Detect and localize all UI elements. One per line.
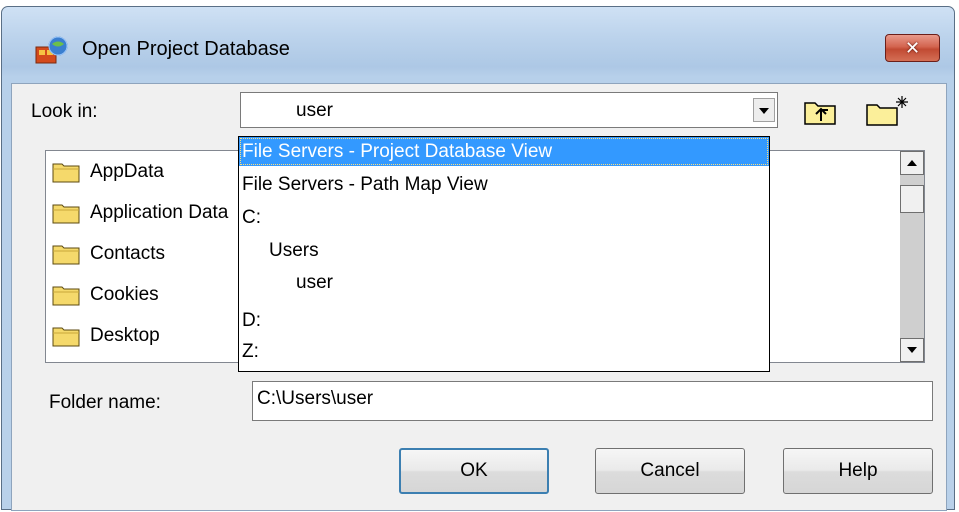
list-item[interactable]: Application Data — [52, 198, 228, 228]
look-in-value: user — [296, 100, 333, 121]
dropdown-item-z-drive[interactable]: Z: — [239, 337, 769, 366]
scroll-up-button[interactable] — [900, 151, 924, 175]
list-item[interactable]: Cookies — [52, 280, 159, 310]
new-folder-icon[interactable] — [864, 94, 912, 128]
close-button[interactable]: ✕ — [885, 34, 940, 62]
folder-name-label: Folder name: — [49, 392, 161, 413]
ok-button[interactable]: OK — [399, 448, 549, 494]
dropdown-item-file-servers-project-database-view[interactable]: File Servers - Project Database View — [239, 137, 769, 166]
folder-name: Contacts — [90, 243, 165, 264]
open-project-database-dialog: Open Project Database ✕ Look in: user Ap… — [1, 6, 955, 511]
dropdown-item-d-drive[interactable]: D: — [239, 306, 769, 335]
folder-name: Cookies — [90, 284, 159, 305]
folder-icon — [52, 163, 80, 183]
folder-icon — [52, 286, 80, 306]
folder-icon — [52, 327, 80, 347]
look-in-dropdown-list[interactable]: File Servers - Project Database View Fil… — [238, 136, 770, 372]
dropdown-item-c-drive[interactable]: C: — [239, 203, 769, 232]
folder-name-field[interactable]: C:\Users\user — [252, 381, 933, 421]
scroll-down-button[interactable] — [900, 338, 924, 362]
folder-name: Application Data — [90, 202, 229, 223]
up-one-level-icon[interactable] — [802, 94, 840, 128]
chevron-down-icon[interactable] — [753, 98, 775, 122]
cancel-button[interactable]: Cancel — [595, 448, 745, 494]
dropdown-item-user[interactable]: user — [239, 268, 769, 297]
list-item[interactable]: Desktop — [52, 321, 160, 351]
window-title: Open Project Database — [82, 38, 290, 60]
dialog-body: Look in: user AppData Application Data C… — [11, 83, 947, 511]
close-icon: ✕ — [904, 37, 921, 59]
help-button[interactable]: Help — [783, 448, 933, 494]
list-item[interactable]: AppData — [52, 157, 164, 187]
scrollbar-thumb[interactable] — [900, 185, 924, 213]
folder-icon — [52, 245, 80, 265]
folder-name: Desktop — [90, 325, 160, 346]
folder-icon — [52, 204, 80, 224]
look-in-label: Look in: — [31, 101, 98, 122]
title-bar[interactable]: Open Project Database ✕ — [2, 7, 954, 83]
folder-name: AppData — [90, 161, 164, 182]
project-database-icon — [35, 36, 68, 64]
dropdown-item-users[interactable]: Users — [239, 236, 769, 265]
vertical-scrollbar[interactable] — [900, 151, 924, 362]
look-in-combobox[interactable]: user — [240, 92, 778, 128]
list-item[interactable]: Contacts — [52, 239, 165, 269]
dropdown-item-file-servers-path-map-view[interactable]: File Servers - Path Map View — [239, 170, 769, 199]
